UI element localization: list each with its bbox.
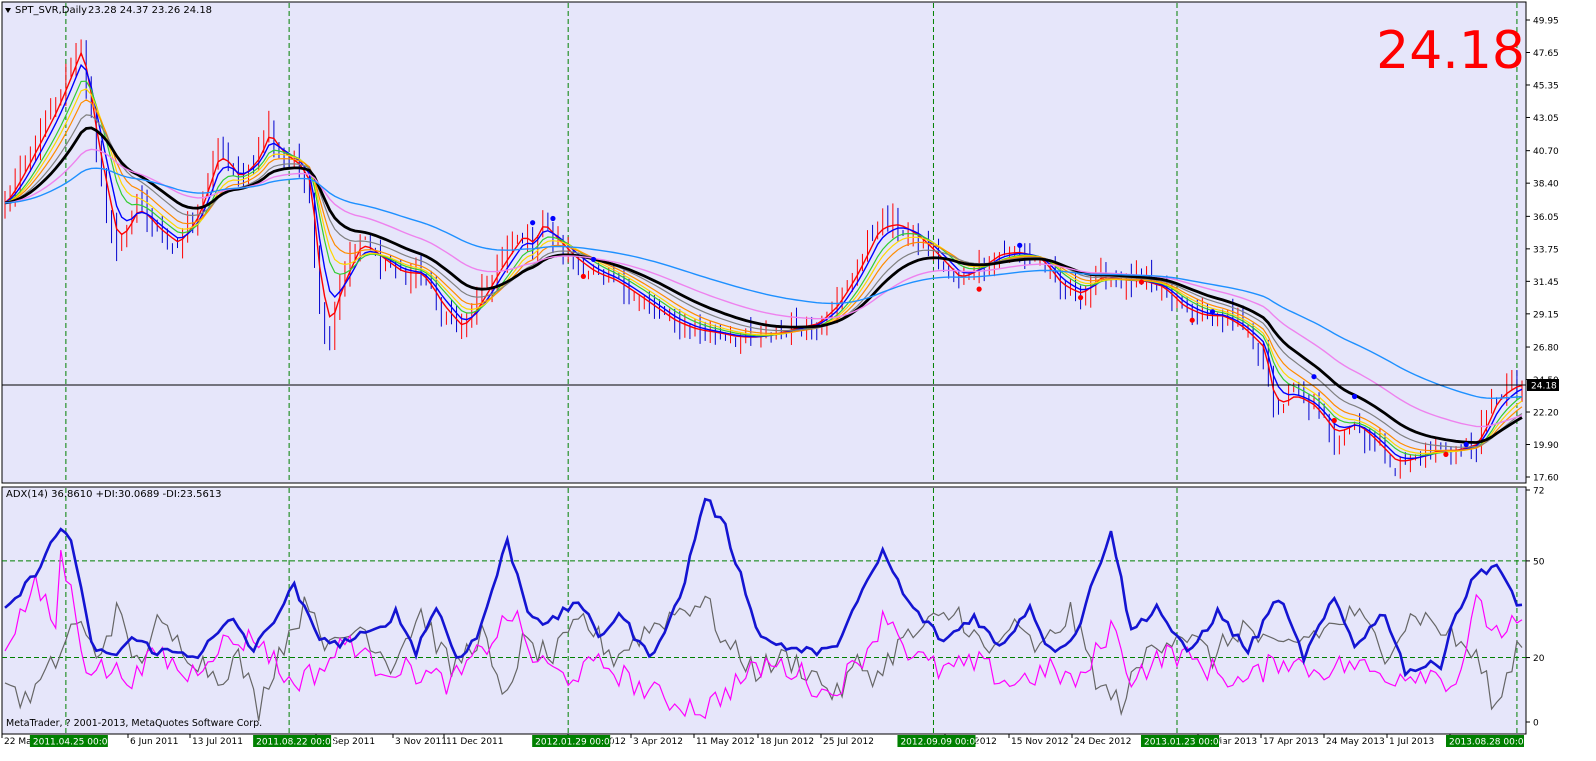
copyright-notice: MetaTrader, ? 2001-2013, MetaQuotes Soft… bbox=[6, 718, 262, 729]
price-label-3: 43.05 bbox=[1533, 114, 1559, 124]
date-label-9: 18 Jun 2012 bbox=[760, 737, 814, 747]
price-label-4: 40.70 bbox=[1533, 147, 1559, 157]
date-label-8: 11 May 2012 bbox=[696, 737, 755, 747]
fractal-dot-10 bbox=[1311, 374, 1317, 380]
fractal-dot-0 bbox=[530, 220, 536, 226]
svg-text:24.18: 24.18 bbox=[1531, 382, 1557, 392]
ohlc-readout: 23.28 24.37 23.26 24.18 bbox=[88, 5, 212, 16]
ind-label-1: 50 bbox=[1533, 557, 1545, 567]
date-label-4: 3 Nov 2011 bbox=[395, 737, 447, 747]
price-label-8: 31.45 bbox=[1533, 278, 1559, 288]
ind-label-0: 72 bbox=[1533, 487, 1544, 497]
fractal-dot-11 bbox=[1331, 417, 1337, 424]
price-label-2: 45.35 bbox=[1533, 81, 1559, 91]
marker-label-4: 2013.01.23 00:00 bbox=[1144, 738, 1225, 748]
price-pane[interactable] bbox=[1, 1, 1527, 484]
date-label-1: 6 Jun 2011 bbox=[130, 737, 178, 747]
current-price-tag: 24.18 bbox=[1527, 379, 1559, 392]
price-label-7: 33.75 bbox=[1533, 245, 1559, 255]
date-label-7: 3 Apr 2012 bbox=[633, 737, 683, 747]
fractal-dot-3 bbox=[580, 273, 586, 280]
price-label-12: 22.20 bbox=[1533, 409, 1559, 419]
marker-label-1: 2011.08.22 00:00 bbox=[256, 738, 337, 748]
marker-label-3: 2012.09.09 00:00 bbox=[900, 738, 981, 748]
marker-label-5: 2013.08.28 00:00 bbox=[1449, 738, 1530, 748]
ind-label-3: 0 bbox=[1533, 719, 1539, 729]
indicator-label: ADX(14) 36.8610 +DI:30.0689 -DI:23.5613 bbox=[6, 489, 222, 500]
price-label-1: 47.65 bbox=[1533, 49, 1559, 59]
price-label-9: 29.15 bbox=[1533, 310, 1559, 320]
fractal-dot-5 bbox=[976, 286, 982, 292]
date-label-5: 11 Dec 2011 bbox=[446, 737, 504, 747]
fractal-dot-9 bbox=[1189, 317, 1195, 323]
price-label-10: 26.80 bbox=[1533, 344, 1559, 354]
indicator-pane[interactable] bbox=[1, 486, 1527, 735]
price-label-6: 36.05 bbox=[1533, 213, 1559, 223]
price-label-13: 19.90 bbox=[1533, 441, 1559, 451]
fractal-dot-4 bbox=[1017, 242, 1023, 248]
fractal-dot-13 bbox=[1443, 451, 1449, 457]
symbol-label: SPT_SVR,Daily bbox=[15, 5, 87, 16]
date-label-10: 25 Jul 2012 bbox=[823, 737, 874, 747]
ind-label-2: 20 bbox=[1533, 654, 1545, 664]
fractal-dot-1 bbox=[550, 215, 556, 222]
fractal-dot-6 bbox=[1077, 294, 1084, 301]
price-label-0: 49.95 bbox=[1533, 17, 1559, 27]
date-label-2: 13 Jul 2011 bbox=[192, 737, 243, 747]
marker-label-2: 2012.01.29 00:00 bbox=[535, 738, 616, 748]
big-price-readout: 24.18 bbox=[1376, 21, 1525, 81]
date-label-12: 15 Nov 2012 bbox=[1011, 737, 1069, 747]
date-label-16: 24 May 2013 bbox=[1326, 737, 1385, 747]
fractal-dot-8 bbox=[1209, 309, 1216, 315]
price-label-14: 17.60 bbox=[1533, 474, 1559, 484]
fractal-dot-14 bbox=[1463, 441, 1469, 448]
marker-label-0: 2011.04.25 00:00 bbox=[33, 738, 114, 748]
fractal-dot-2 bbox=[590, 256, 597, 263]
trading-chart[interactable]: SPT_SVR,Daily 23.28 24.37 23.26 24.18 24… bbox=[0, 0, 1596, 761]
date-label-13: 24 Dec 2012 bbox=[1074, 737, 1132, 747]
date-label-15: 17 Apr 2013 bbox=[1263, 737, 1319, 747]
fractal-dot-12 bbox=[1351, 393, 1358, 400]
date-label-17: 1 Jul 2013 bbox=[1389, 737, 1434, 747]
price-label-5: 38.40 bbox=[1533, 180, 1559, 190]
fractal-dot-7 bbox=[1138, 279, 1145, 285]
